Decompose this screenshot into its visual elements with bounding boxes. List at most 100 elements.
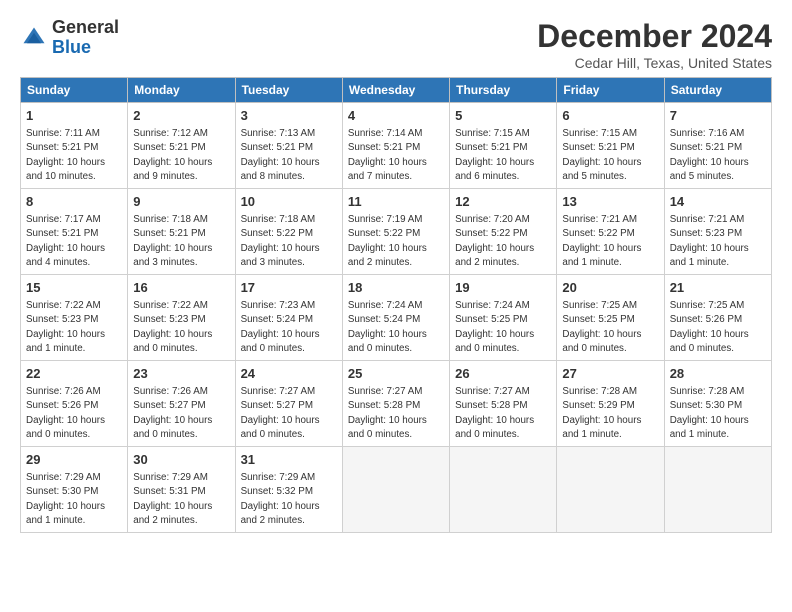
day-info: Sunrise: 7:18 AMSunset: 5:22 PMDaylight:… xyxy=(241,213,337,270)
day-info: Sunrise: 7:27 AMSunset: 5:28 PMDaylight:… xyxy=(455,385,551,442)
calendar-cell: 16Sunrise: 7:22 AMSunset: 5:23 PMDayligh… xyxy=(128,275,235,361)
calendar-cell: 9Sunrise: 7:18 AMSunset: 5:21 PMDaylight… xyxy=(128,189,235,275)
day-info: Sunrise: 7:25 AMSunset: 5:26 PMDaylight:… xyxy=(670,299,766,356)
calendar-cell xyxy=(450,447,557,533)
day-info: Sunrise: 7:16 AMSunset: 5:21 PMDaylight:… xyxy=(670,127,766,184)
day-info: Sunrise: 7:15 AMSunset: 5:21 PMDaylight:… xyxy=(455,127,551,184)
calendar-cell: 22 Sunrise: 7:26 AMSunset: 5:26 PMDayligh… xyxy=(21,361,128,447)
day-info: Sunrise: 7:13 AMSunset: 5:21 PMDaylight:… xyxy=(241,127,337,184)
day-number: 25 xyxy=(348,365,444,383)
calendar-cell: 12 Sunrise: 7:20 AMSunset: 5:22 PMDayligh… xyxy=(450,189,557,275)
calendar-cell: 28Sunrise: 7:28 AMSunset: 5:30 PMDayligh… xyxy=(664,361,771,447)
day-number: 2 xyxy=(133,107,229,125)
day-info: Sunrise: 7:15 AMSunset: 5:21 PMDaylight:… xyxy=(562,127,658,184)
day-info: Sunrise: 7:29 AMSunset: 5:31 PMDaylight:… xyxy=(133,471,229,528)
day-number: 24 xyxy=(241,365,337,383)
logo-blue: Blue xyxy=(52,37,91,57)
day-number: 31 xyxy=(241,451,337,469)
day-info: Sunrise: 7:14 AMSunset: 5:21 PMDaylight:… xyxy=(348,127,444,184)
calendar-cell: 20Sunrise: 7:25 AMSunset: 5:25 PMDayligh… xyxy=(557,275,664,361)
day-number: 10 xyxy=(241,193,337,211)
header: General Blue December 2024 Cedar Hill, T… xyxy=(20,18,772,71)
day-info: Sunrise: 7:17 AMSunset: 5:21 PMDaylight:… xyxy=(26,213,122,270)
calendar-week-1: 1 Sunrise: 7:11 AMSunset: 5:21 PMDaylight… xyxy=(21,103,772,189)
day-number: 23 xyxy=(133,365,229,383)
calendar-header-row: SundayMondayTuesdayWednesdayThursdayFrid… xyxy=(21,78,772,103)
day-number: 30 xyxy=(133,451,229,469)
header-thursday: Thursday xyxy=(450,78,557,103)
calendar-cell: 5Sunrise: 7:15 AMSunset: 5:21 PMDaylight… xyxy=(450,103,557,189)
day-number: 3 xyxy=(241,107,337,125)
day-info: Sunrise: 7:27 AMSunset: 5:28 PMDaylight:… xyxy=(348,385,444,442)
day-number: 20 xyxy=(562,279,658,297)
calendar-week-2: 8 Sunrise: 7:17 AMSunset: 5:21 PMDaylight… xyxy=(21,189,772,275)
calendar-week-3: 15Sunrise: 7:22 AMSunset: 5:23 PMDayligh… xyxy=(21,275,772,361)
day-info: Sunrise: 7:23 AMSunset: 5:24 PMDaylight:… xyxy=(241,299,337,356)
calendar-cell: 10 Sunrise: 7:18 AMSunset: 5:22 PMDayligh… xyxy=(235,189,342,275)
day-number: 19 xyxy=(455,279,551,297)
calendar-cell: 1 Sunrise: 7:11 AMSunset: 5:21 PMDaylight… xyxy=(21,103,128,189)
header-tuesday: Tuesday xyxy=(235,78,342,103)
day-number: 4 xyxy=(348,107,444,125)
day-info: Sunrise: 7:12 AMSunset: 5:21 PMDaylight:… xyxy=(133,127,229,184)
header-monday: Monday xyxy=(128,78,235,103)
calendar-cell: 6 Sunrise: 7:15 AMSunset: 5:21 PMDaylight… xyxy=(557,103,664,189)
header-friday: Friday xyxy=(557,78,664,103)
day-info: Sunrise: 7:21 AMSunset: 5:22 PMDaylight:… xyxy=(562,213,658,270)
calendar-week-4: 22 Sunrise: 7:26 AMSunset: 5:26 PMDayligh… xyxy=(21,361,772,447)
calendar-cell: 15Sunrise: 7:22 AMSunset: 5:23 PMDayligh… xyxy=(21,275,128,361)
logo-general: General xyxy=(52,17,119,37)
day-number: 17 xyxy=(241,279,337,297)
day-info: Sunrise: 7:29 AMSunset: 5:32 PMDaylight:… xyxy=(241,471,337,528)
header-wednesday: Wednesday xyxy=(342,78,449,103)
calendar-cell xyxy=(342,447,449,533)
calendar-cell: 8 Sunrise: 7:17 AMSunset: 5:21 PMDaylight… xyxy=(21,189,128,275)
day-number: 16 xyxy=(133,279,229,297)
day-info: Sunrise: 7:28 AMSunset: 5:29 PMDaylight:… xyxy=(562,385,658,442)
calendar-cell: 26 Sunrise: 7:27 AMSunset: 5:28 PMDayligh… xyxy=(450,361,557,447)
day-number: 21 xyxy=(670,279,766,297)
title-block: December 2024 Cedar Hill, Texas, United … xyxy=(537,18,772,71)
calendar-cell: 17 Sunrise: 7:23 AMSunset: 5:24 PMDayligh… xyxy=(235,275,342,361)
logo-text: General Blue xyxy=(52,18,119,58)
calendar-cell: 3 Sunrise: 7:13 AMSunset: 5:21 PMDaylight… xyxy=(235,103,342,189)
day-info: Sunrise: 7:21 AMSunset: 5:23 PMDaylight:… xyxy=(670,213,766,270)
day-number: 15 xyxy=(26,279,122,297)
calendar-cell: 2 Sunrise: 7:12 AMSunset: 5:21 PMDaylight… xyxy=(128,103,235,189)
calendar-cell: 31 Sunrise: 7:29 AMSunset: 5:32 PMDayligh… xyxy=(235,447,342,533)
day-number: 13 xyxy=(562,193,658,211)
month-title: December 2024 xyxy=(537,18,772,55)
calendar-cell: 27 Sunrise: 7:28 AMSunset: 5:29 PMDayligh… xyxy=(557,361,664,447)
day-info: Sunrise: 7:19 AMSunset: 5:22 PMDaylight:… xyxy=(348,213,444,270)
page-container: General Blue December 2024 Cedar Hill, T… xyxy=(0,0,792,543)
calendar-cell: 24 Sunrise: 7:27 AMSunset: 5:27 PMDayligh… xyxy=(235,361,342,447)
day-number: 7 xyxy=(670,107,766,125)
day-info: Sunrise: 7:26 AMSunset: 5:26 PMDaylight:… xyxy=(26,385,122,442)
day-number: 29 xyxy=(26,451,122,469)
calendar-cell: 4 Sunrise: 7:14 AMSunset: 5:21 PMDaylight… xyxy=(342,103,449,189)
calendar-cell: 25 Sunrise: 7:27 AMSunset: 5:28 PMDayligh… xyxy=(342,361,449,447)
day-number: 26 xyxy=(455,365,551,383)
calendar-cell: 7 Sunrise: 7:16 AMSunset: 5:21 PMDaylight… xyxy=(664,103,771,189)
logo: General Blue xyxy=(20,18,119,58)
day-info: Sunrise: 7:26 AMSunset: 5:27 PMDaylight:… xyxy=(133,385,229,442)
day-info: Sunrise: 7:24 AMSunset: 5:25 PMDaylight:… xyxy=(455,299,551,356)
day-number: 9 xyxy=(133,193,229,211)
location: Cedar Hill, Texas, United States xyxy=(537,55,772,71)
header-sunday: Sunday xyxy=(21,78,128,103)
calendar-cell xyxy=(664,447,771,533)
day-number: 27 xyxy=(562,365,658,383)
day-number: 6 xyxy=(562,107,658,125)
calendar-cell: 23 Sunrise: 7:26 AMSunset: 5:27 PMDayligh… xyxy=(128,361,235,447)
day-number: 12 xyxy=(455,193,551,211)
day-number: 11 xyxy=(348,193,444,211)
day-info: Sunrise: 7:20 AMSunset: 5:22 PMDaylight:… xyxy=(455,213,551,270)
day-number: 1 xyxy=(26,107,122,125)
day-number: 8 xyxy=(26,193,122,211)
calendar-cell: 30 Sunrise: 7:29 AMSunset: 5:31 PMDayligh… xyxy=(128,447,235,533)
day-number: 22 xyxy=(26,365,122,383)
day-info: Sunrise: 7:11 AMSunset: 5:21 PMDaylight:… xyxy=(26,127,122,184)
day-number: 18 xyxy=(348,279,444,297)
day-info: Sunrise: 7:27 AMSunset: 5:27 PMDaylight:… xyxy=(241,385,337,442)
day-info: Sunrise: 7:29 AMSunset: 5:30 PMDaylight:… xyxy=(26,471,122,528)
